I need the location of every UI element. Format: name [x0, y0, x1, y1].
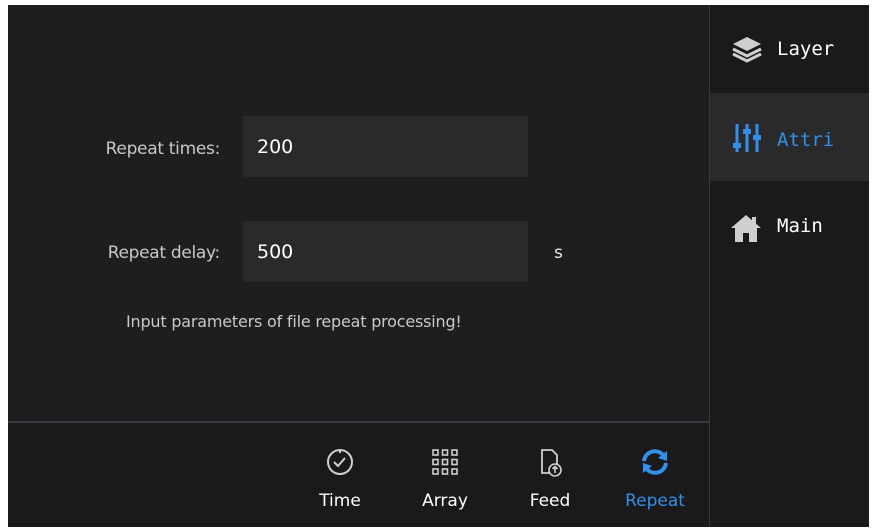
clock-icon [327, 449, 353, 475]
sidebar-item-main-label: Main [777, 215, 823, 237]
tab-array[interactable]: Array [410, 447, 480, 511]
sidebar-item-layer-label: Layer [777, 38, 835, 60]
bottom-tab-bar: Time Array Feed Repeat [8, 423, 709, 527]
grid-icon [432, 449, 458, 475]
repeat-delay-label: Repeat delay: [107, 243, 221, 263]
tab-time-label: Time [319, 491, 361, 511]
sliders-icon [733, 124, 761, 152]
app-frame: Repeat times: Repeat delay: s Input para… [8, 5, 869, 527]
tab-time[interactable]: Time [305, 447, 375, 511]
repeat-times-input[interactable] [243, 116, 528, 177]
sidebar-item-layer[interactable]: Layer [710, 5, 869, 93]
delay-unit: s [554, 243, 563, 263]
home-icon [731, 215, 761, 242]
repeat-times-label: Repeat times: [105, 139, 221, 159]
tab-feed-label: Feed [529, 491, 571, 511]
repeat-icon [642, 449, 668, 475]
tab-feed[interactable]: Feed [515, 447, 585, 511]
tab-repeat-label: Repeat [625, 491, 685, 511]
repeat-delay-input[interactable] [243, 221, 528, 282]
layers-icon [732, 37, 762, 63]
sidebar-item-attri-label: Attri [777, 129, 835, 151]
main-panel: Repeat times: Repeat delay: s Input para… [8, 5, 709, 527]
sidebar-item-attri[interactable]: Attri [710, 93, 869, 181]
sidebar-item-main[interactable]: Main [710, 181, 869, 269]
hint-text: Input parameters of file repeat processi… [126, 312, 462, 331]
tab-array-label: Array [422, 491, 468, 511]
file-upload-icon [541, 449, 562, 477]
tab-repeat[interactable]: Repeat [620, 447, 690, 511]
sidebar: Layer Attri Main [710, 5, 869, 527]
